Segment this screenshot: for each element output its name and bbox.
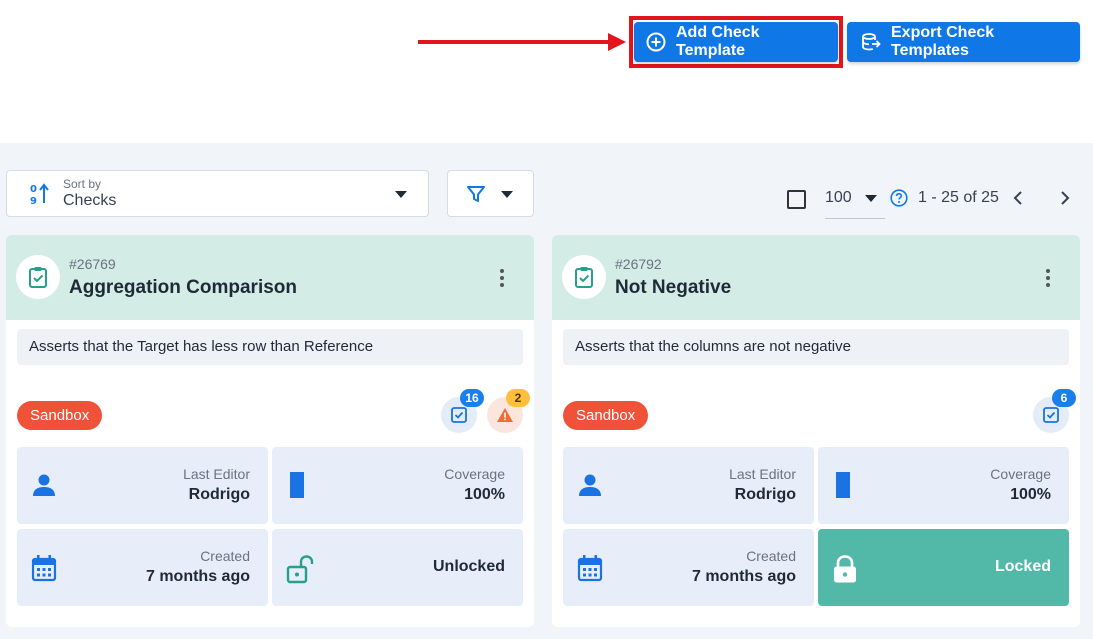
created-tile: Created 7 months ago [563,529,814,606]
card-id: #26792 [615,256,662,272]
export-check-templates-label: Export Check Templates [891,24,995,59]
coverage-tile: Coverage 100% [272,447,523,524]
card-header: #26769 Aggregation Comparison [6,235,534,320]
calendar-icon [31,555,57,582]
warning-icon [497,408,513,422]
checks-badge[interactable]: 6 [1033,389,1076,433]
created-label: Created [746,548,796,564]
help-icon[interactable] [890,189,908,207]
add-check-template-label: Add Check Template [676,24,760,59]
sandbox-tag: Sandbox [17,401,103,430]
coverage-tile: Coverage 100% [818,447,1069,524]
user-icon [579,474,601,496]
rows-per-page-value: 100 [825,189,852,206]
last-editor-label: Last Editor [183,466,250,482]
calendar-icon [577,555,603,582]
chevron-right-icon[interactable] [1057,188,1073,208]
check-template-card[interactable]: #26769 Aggregation Comparison Asserts th… [6,235,534,627]
check-template-card[interactable]: #26792 Not Negative Asserts that the col… [552,235,1080,627]
plus-circle-icon [646,32,666,52]
created-label: Created [200,548,250,564]
warnings-count: 2 [506,389,530,407]
card-avatar [562,255,606,299]
sort-by-select[interactable]: 0 9 Sort by Checks [6,170,429,217]
sandbox-tag: Sandbox [563,401,649,430]
checks-count: 6 [1052,389,1076,407]
last-editor-value: Rodrigo [734,486,796,503]
lock-status-value: Locked [994,558,1051,575]
chevron-down-icon [395,191,407,198]
card-header: #26792 Not Negative [552,235,1080,320]
lock-status-tile[interactable]: Locked [818,529,1069,606]
last-editor-tile: Last Editor Rodrigo [17,447,268,524]
card-title[interactable]: Not Negative [615,277,731,299]
clipboard-check-icon [575,267,593,288]
created-value: 7 months ago [691,568,796,585]
annotation-arrow-head [608,33,626,51]
last-editor-label: Last Editor [729,466,796,482]
coverage-bar [290,472,304,498]
sort-by-value: Checks [63,192,117,209]
top-action-bar: Add Check Template Export Check Template… [0,0,1093,143]
export-check-templates-button[interactable]: Export Check Templates [847,22,1080,62]
created-tile: Created 7 months ago [17,529,268,606]
lock-status-tile[interactable]: Unlocked [272,529,523,606]
coverage-value: 100% [1010,486,1051,503]
card-id: #26769 [69,256,116,272]
card-description: Asserts that the Target has less row tha… [17,329,523,365]
add-check-template-button[interactable]: Add Check Template [634,22,838,62]
checks-badge[interactable]: 16 [441,389,484,433]
coverage-label: Coverage [990,466,1051,482]
check-square-icon [451,407,467,423]
filter-button[interactable] [447,170,534,217]
rows-per-page-select[interactable]: 100 [825,179,885,219]
more-options-icon[interactable] [1036,265,1060,291]
chevron-down-icon [501,191,513,198]
sort-by-caption: Sort by [63,177,102,191]
anomalies-badge[interactable]: 2 [487,389,530,433]
check-square-icon [1043,407,1059,423]
lock-status-value: Unlocked [432,558,505,575]
checks-count: 16 [460,389,484,407]
export-icon [862,33,881,51]
filter-icon [467,186,485,202]
clipboard-check-icon [29,267,47,288]
card-title[interactable]: Aggregation Comparison [69,277,297,299]
last-editor-value: Rodrigo [188,486,250,503]
coverage-bar [836,472,850,498]
coverage-value: 100% [464,486,505,503]
annotation-arrow-line [418,40,614,44]
chevron-left-icon[interactable] [1010,188,1026,208]
sort-icon: 0 9 [30,183,49,206]
svg-text:9: 9 [30,196,37,206]
card-description: Asserts that the columns are not negativ… [563,329,1069,365]
templates-list-area: 0 9 Sort by Checks 100 1 - 25 of 25 #267… [0,143,1093,639]
user-icon [33,474,55,496]
chevron-down-icon [865,195,877,202]
lock-icon [834,555,856,583]
pagination-range: 1 - 25 of 25 [918,189,999,206]
more-options-icon[interactable] [490,265,514,291]
last-editor-tile: Last Editor Rodrigo [563,447,814,524]
svg-text:0: 0 [30,184,37,195]
card-avatar [16,255,60,299]
created-value: 7 months ago [145,568,250,585]
select-all-checkbox[interactable] [787,190,806,209]
coverage-label: Coverage [444,466,505,482]
unlock-icon [286,555,314,584]
